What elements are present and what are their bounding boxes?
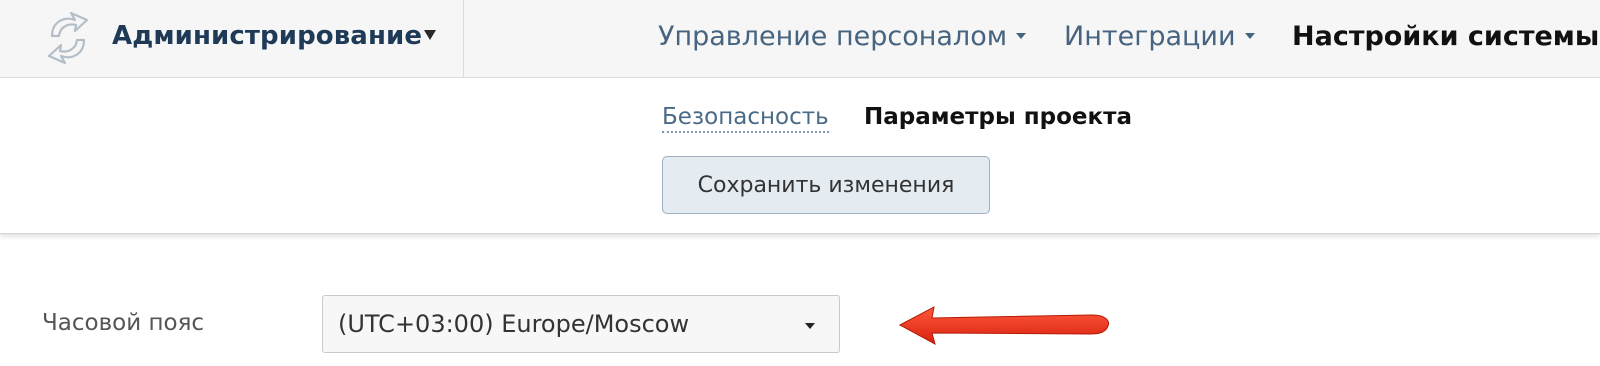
nav-item-staff-management[interactable]: Управление персоналом: [658, 21, 1027, 52]
circular-arrows-logo-icon: [47, 11, 89, 65]
nav-item-system-settings[interactable]: Настройки системы: [1292, 21, 1600, 52]
save-changes-button[interactable]: Сохранить изменения: [662, 156, 990, 214]
tab-security[interactable]: Безопасность: [662, 104, 829, 133]
nav-item-integrations[interactable]: Интеграции: [1064, 21, 1255, 52]
nav-item-label: Управление персоналом: [658, 21, 1008, 52]
nav-item-label: Настройки системы: [1292, 21, 1600, 52]
timezone-select[interactable]: (UTC+03:00) Europe/Moscow: [322, 295, 840, 353]
nav-item-label: Интеграции: [1064, 21, 1236, 52]
timezone-select-value: (UTC+03:00) Europe/Moscow: [338, 310, 690, 338]
timezone-label: Часовой пояс: [42, 310, 205, 336]
brand-block[interactable]: Администрирование: [0, 0, 464, 78]
caret-down-icon: [805, 323, 815, 329]
red-arrow-icon: [898, 306, 1109, 345]
caret-down-icon: [1244, 32, 1255, 39]
brand-title[interactable]: Администрирование: [112, 21, 422, 51]
tab-project-parameters[interactable]: Параметры проекта: [864, 104, 1132, 130]
caret-down-icon: [1016, 32, 1027, 39]
top-navigation-bar: Администрирование Управление персоналом …: [0, 0, 1600, 78]
caret-down-icon[interactable]: [424, 30, 436, 40]
